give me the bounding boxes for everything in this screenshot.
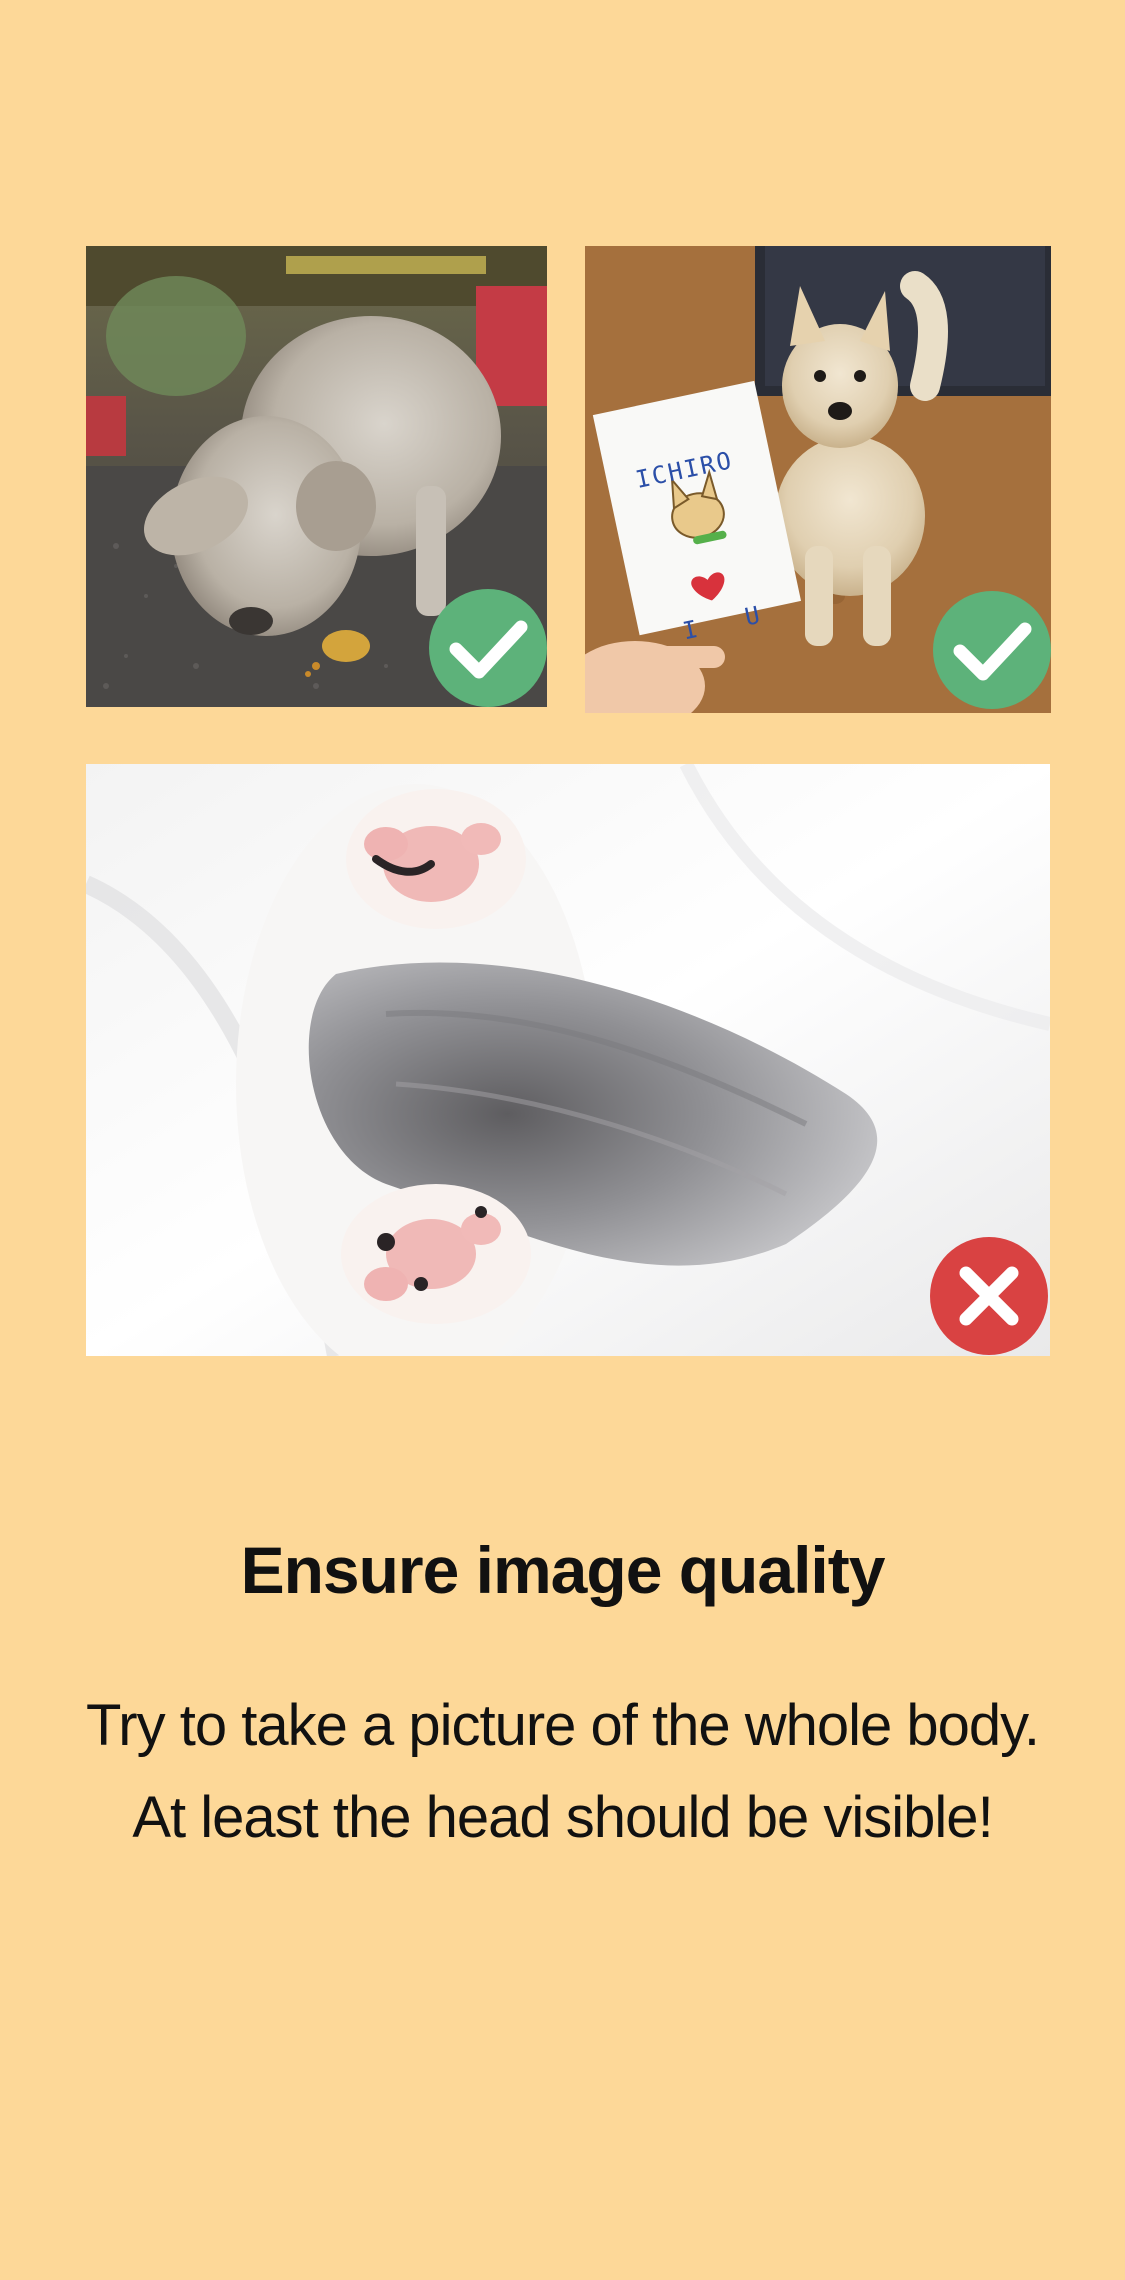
example-photo-good-1 [86,246,547,707]
approved-badge [429,589,547,707]
page-title: Ensure image quality [240,1533,886,1607]
rejected-badge [930,1237,1048,1355]
instructions-text: Try to take a picture of the whole body.… [0,1680,1125,1864]
instructions-line-2: At least the head should be visible! [132,1785,993,1850]
example-photo-good-2: ICHIRO I U [585,246,1051,713]
x-icon [930,1237,1048,1355]
paws-and-tail-image [86,764,1050,1356]
example-photo-bad [86,764,1050,1356]
approved-badge [933,591,1051,709]
check-icon [933,591,1051,709]
instructions-line-1: Try to take a picture of the whole body. [86,1693,1040,1758]
check-icon [429,589,547,707]
